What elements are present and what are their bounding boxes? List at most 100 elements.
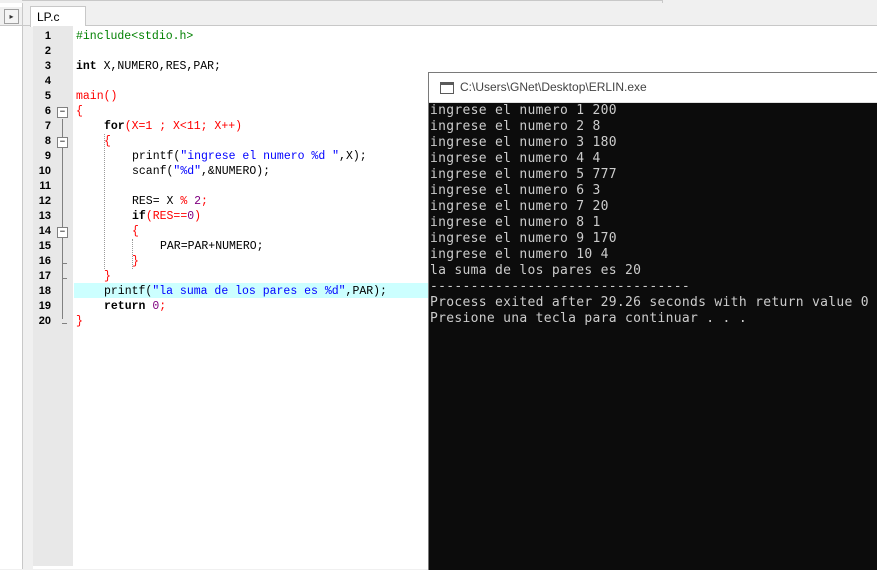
code-line-8: { bbox=[104, 134, 111, 149]
code-line-9: printf("ingrese el numero %d ",X); bbox=[132, 149, 367, 164]
console-line: ingrese el numero 4 4 bbox=[430, 151, 601, 166]
code-text-segment: RES= X bbox=[132, 195, 181, 208]
operator: % bbox=[180, 195, 195, 208]
fold-collapse-icon[interactable]: − bbox=[57, 107, 68, 118]
console-line: ingrese el numero 8 1 bbox=[430, 215, 601, 230]
editor-tab-bar: LP.c bbox=[23, 3, 877, 27]
string-literal: "la suma de los pares es %d" bbox=[152, 285, 346, 298]
code-line-16: } bbox=[132, 254, 139, 269]
code-line-18: printf("la suma de los pares es %d",PAR)… bbox=[104, 284, 387, 299]
code-line-12: RES= X % 2; bbox=[132, 194, 208, 209]
fold-end-mark bbox=[62, 278, 67, 279]
console-line: la suma de los pares es 20 bbox=[430, 263, 642, 278]
line-number: 1 bbox=[44, 30, 51, 42]
console-line: ingrese el numero 10 4 bbox=[430, 247, 609, 262]
line-number: 5 bbox=[44, 90, 51, 102]
line-number: 9 bbox=[44, 150, 51, 162]
console-app-icon bbox=[440, 82, 454, 94]
line-number: 19 bbox=[38, 300, 51, 312]
code-text-segment: ; bbox=[159, 300, 167, 313]
line-number: 18 bbox=[38, 285, 51, 297]
line-number: 12 bbox=[38, 195, 51, 207]
triangle-right-icon[interactable]: ▸ bbox=[4, 9, 19, 24]
code-line-5: main() bbox=[76, 89, 117, 104]
code-line-14: { bbox=[132, 224, 139, 239]
line-number: 2 bbox=[44, 45, 51, 57]
fold-collapse-icon[interactable]: − bbox=[57, 227, 68, 238]
code-text-segment: (RES== bbox=[145, 210, 188, 223]
code-text-segment: ; bbox=[201, 195, 208, 208]
brace: { bbox=[104, 135, 111, 148]
brace: } bbox=[76, 315, 83, 328]
console-output: ingrese el numero 1 200 ingrese el numero… bbox=[430, 103, 877, 327]
console-window[interactable]: C:\Users\GNet\Desktop\ERLIN.exe ingrese … bbox=[428, 72, 877, 570]
code-text-segment: ) bbox=[194, 210, 202, 223]
code-text-segment: X,NUMERO,RES,PAR; bbox=[96, 60, 221, 73]
line-number: 16 bbox=[38, 255, 51, 267]
keyword: int bbox=[76, 60, 97, 73]
number-literal: 2 bbox=[194, 195, 202, 208]
console-line: ingrese el numero 1 200 bbox=[430, 103, 617, 118]
console-line: -------------------------------- bbox=[430, 279, 691, 294]
console-line: ingrese el numero 2 8 bbox=[430, 119, 601, 134]
brace: { bbox=[132, 225, 139, 238]
line-number: 10 bbox=[38, 165, 51, 177]
line-number: 15 bbox=[38, 240, 51, 252]
keyword: if bbox=[132, 210, 146, 223]
console-title-bar[interactable]: C:\Users\GNet\Desktop\ERLIN.exe bbox=[429, 73, 877, 103]
line-number: 8 bbox=[44, 135, 51, 147]
code-line-17: } bbox=[104, 269, 111, 284]
code-line-20: } bbox=[76, 314, 83, 329]
code-text-segment: printf( bbox=[104, 285, 153, 298]
line-number: 20 bbox=[38, 315, 51, 327]
line-number: 13 bbox=[38, 210, 51, 222]
string-literal: "ingrese el numero %d " bbox=[180, 150, 340, 163]
keyword: for bbox=[104, 120, 125, 133]
indent-guide bbox=[104, 134, 105, 269]
code-line-15: PAR=PAR+NUMERO; bbox=[160, 239, 264, 254]
code-line-3: int X,NUMERO,RES,PAR; bbox=[76, 59, 221, 74]
code-text-segment: PAR=PAR+NUMERO; bbox=[160, 240, 264, 253]
tab-lp-c[interactable]: LP.c bbox=[30, 6, 86, 27]
code-text-segment: ,X); bbox=[339, 150, 367, 163]
console-title: C:\Users\GNet\Desktop\ERLIN.exe bbox=[460, 80, 647, 94]
brace: { bbox=[76, 105, 83, 118]
code-line-6: { bbox=[76, 104, 83, 119]
code-line-19: return 0; bbox=[104, 299, 166, 314]
fold-collapse-icon[interactable]: − bbox=[57, 137, 68, 148]
line-number: 14 bbox=[38, 225, 51, 237]
line-number: 7 bbox=[44, 120, 51, 132]
line-number: 3 bbox=[44, 60, 51, 72]
console-line: ingrese el numero 7 20 bbox=[430, 199, 609, 214]
code-text-segment: ,&NUMERO); bbox=[201, 165, 271, 178]
code-line-1: #include<stdio.h> bbox=[76, 29, 193, 44]
console-line: ingrese el numero 3 180 bbox=[430, 135, 617, 150]
number-literal: 0 bbox=[145, 300, 160, 313]
code-text-segment: ,PAR); bbox=[345, 285, 387, 298]
line-number: 4 bbox=[44, 75, 51, 87]
code-text-segment: main() bbox=[76, 90, 118, 103]
string-literal: "%d" bbox=[173, 165, 202, 178]
console-line: ingrese el numero 9 170 bbox=[430, 231, 617, 246]
top-divider bbox=[22, 0, 662, 1]
project-panel: ▸ bbox=[0, 3, 23, 569]
code-line-10: scanf("%d",&NUMERO); bbox=[132, 164, 270, 179]
console-line: Presione una tecla para continuar . . . bbox=[430, 311, 747, 326]
code-text-segment: printf( bbox=[132, 150, 181, 163]
brace: } bbox=[104, 270, 111, 283]
line-number: 6 bbox=[44, 105, 51, 117]
line-number: 11 bbox=[39, 180, 51, 192]
code-text-segment: scanf( bbox=[132, 165, 174, 178]
fold-line bbox=[62, 119, 63, 319]
code-text-segment: (X=1 ; X<11; X++) bbox=[124, 120, 243, 133]
keyword: return bbox=[104, 300, 146, 313]
line-number: 17 bbox=[38, 270, 51, 282]
tab-label: LP.c bbox=[37, 10, 60, 24]
fold-end-mark bbox=[62, 323, 67, 324]
console-line: ingrese el numero 6 3 bbox=[430, 183, 601, 198]
fold-end-mark bbox=[62, 263, 67, 264]
preprocessor-include: #include<stdio.h> bbox=[76, 30, 194, 43]
console-line: ingrese el numero 5 777 bbox=[430, 167, 617, 182]
console-line: Process exited after 29.26 seconds with … bbox=[430, 295, 869, 310]
brace: } bbox=[132, 255, 139, 268]
